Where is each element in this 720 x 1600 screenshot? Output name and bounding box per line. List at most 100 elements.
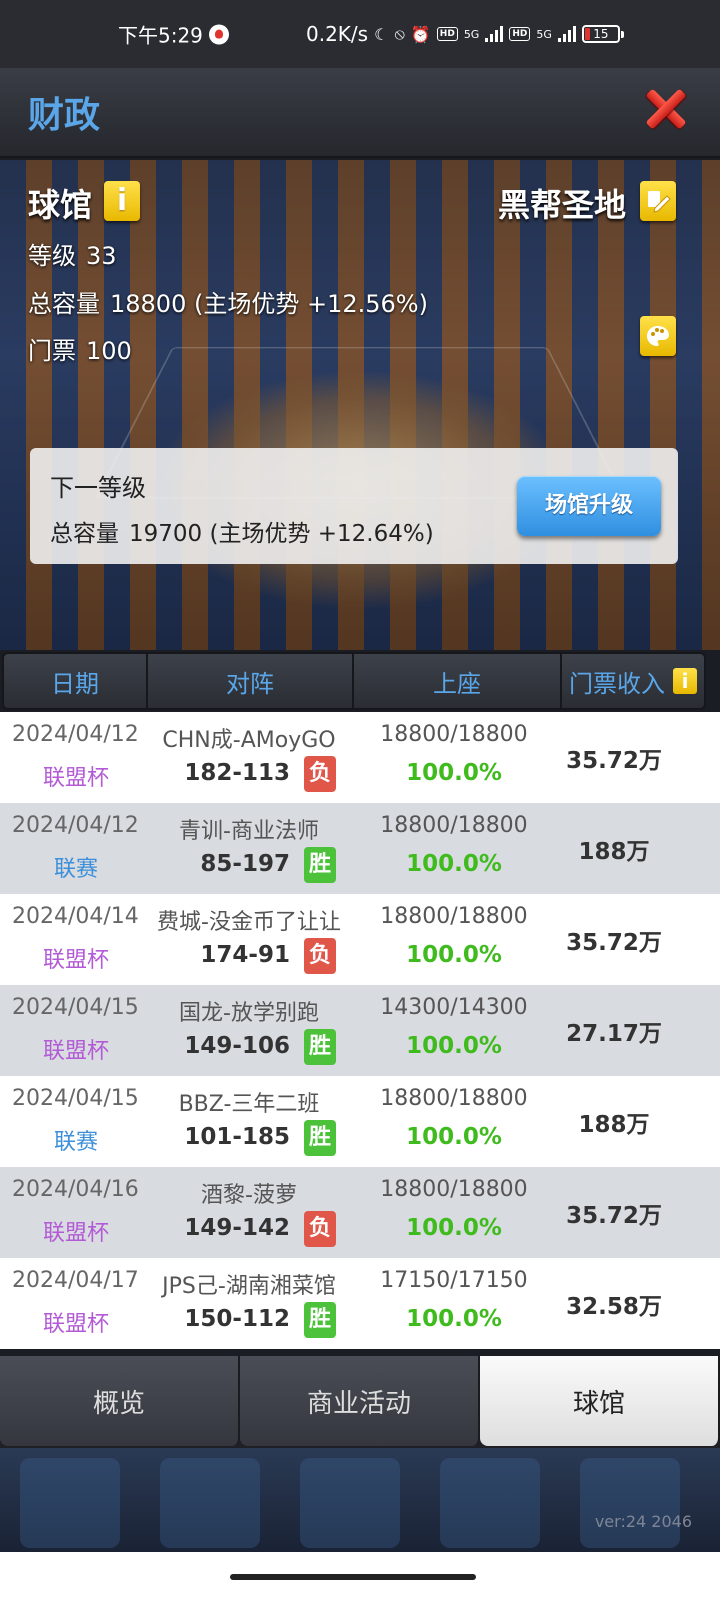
match-table: 2024/04/12 联盟杯 CHN成-AMoyGO 182-113 负 18800/18… xyxy=(0,712,720,1349)
row-competition: 联盟杯 xyxy=(42,948,109,973)
row-match: CHN成-AMoyGO xyxy=(162,728,336,753)
row-result-badge: 胜 xyxy=(304,1120,336,1156)
row-attendance: 18800/18800 xyxy=(380,1177,528,1202)
table-row: 2024/04/12 联赛 青训-商业法师 85-197 胜 18800/18800 100… xyxy=(0,803,720,894)
bottom-menu-background xyxy=(0,1448,720,1553)
row-attendance: 14300/14300 xyxy=(380,995,528,1020)
arena-image xyxy=(0,160,720,650)
tab-overview[interactable]: 概览 xyxy=(0,1356,240,1446)
signal-2-label: 5G xyxy=(536,27,552,41)
edit-name-icon[interactable] xyxy=(640,181,676,221)
capacity-row: 总容量 18800 (主场优势 +12.56%) xyxy=(28,284,428,319)
row-competition: 联盟杯 xyxy=(42,766,109,791)
status-time: 下午5:29 xyxy=(118,23,203,48)
arena-name: 球馆 xyxy=(28,186,93,224)
column-header-date: 日期 xyxy=(4,654,148,708)
row-score: 149-142 xyxy=(184,1215,290,1241)
row-score: 101-185 xyxy=(184,1124,290,1150)
ticket-label: 门票 xyxy=(28,337,76,365)
row-score: 150-112 xyxy=(184,1306,290,1332)
battery-icon: 15 xyxy=(581,25,624,43)
row-date: 2024/04/15 xyxy=(12,995,139,1020)
row-score: 182-113 xyxy=(184,760,290,786)
row-match: 酒黎-菠萝 xyxy=(201,1183,297,1208)
row-date: 2024/04/12 xyxy=(12,813,139,838)
page-title: 财政 xyxy=(28,95,101,136)
next-capacity-value: 19700 (主场优势 +12.64%) xyxy=(129,521,434,547)
row-revenue: 27.17万 xyxy=(566,1020,662,1047)
row-result-badge: 负 xyxy=(304,938,336,974)
next-level-heading: 下一等级 xyxy=(50,474,146,502)
tab-arena[interactable]: 球馆 xyxy=(480,1356,720,1446)
upgrade-arena-button[interactable]: 场馆升级 xyxy=(517,476,661,536)
row-revenue: 32.58万 xyxy=(566,1293,662,1320)
ticket-row: 门票 100 xyxy=(28,331,132,366)
level-row: 等级 33 xyxy=(28,236,117,271)
table-row: 2024/04/15 联赛 BBZ-三年二班 101-185 胜 18800/18800 1… xyxy=(0,1076,720,1167)
row-revenue: 35.72万 xyxy=(566,1202,662,1229)
row-competition: 联赛 xyxy=(53,857,98,882)
row-competition: 联盟杯 xyxy=(42,1221,109,1246)
row-result-badge: 胜 xyxy=(304,1029,336,1065)
row-match: BBZ-三年二班 xyxy=(178,1092,320,1117)
row-score: 149-106 xyxy=(184,1033,290,1059)
status-time-group: 下午5:29 xyxy=(118,20,229,49)
row-result-badge: 胜 xyxy=(304,847,336,883)
row-score: 85-197 xyxy=(200,851,290,877)
table-row: 2024/04/17 联盟杯 JPS己-湖南湘菜馆 150-112 胜 17150/171… xyxy=(0,1258,720,1349)
row-revenue: 188万 xyxy=(578,838,650,865)
row-attendance: 18800/18800 xyxy=(380,1086,528,1111)
notification-icon xyxy=(208,24,229,44)
palette-icon[interactable] xyxy=(640,316,676,356)
row-attendance: 17150/17150 xyxy=(380,1268,528,1293)
signal-icon-2 xyxy=(557,26,576,42)
row-date: 2024/04/14 xyxy=(12,904,139,929)
arena-owner-name: 黑帮圣地 xyxy=(497,186,626,224)
row-competition: 联盟杯 xyxy=(42,1039,109,1064)
column-header-revenue-label: 门票收入 xyxy=(569,669,665,698)
title-bar: 财政 xyxy=(0,68,720,158)
row-attendance: 18800/18800 xyxy=(380,722,528,747)
row-date: 2024/04/15 xyxy=(12,1086,139,1111)
signal-1-label: 5G xyxy=(463,27,480,41)
row-attendance-rate: 100.0% xyxy=(406,942,502,968)
home-indicator[interactable] xyxy=(230,1574,476,1580)
hd-icon: HD xyxy=(436,27,458,41)
signal-icon xyxy=(485,26,504,42)
column-header-attendance: 上座 xyxy=(354,654,562,708)
row-match: 国龙-放学别跑 xyxy=(179,1001,319,1026)
status-indicators: 0.2K/s ☾ ⦸ ⏰ HD 5G HD 5G 15 xyxy=(306,22,624,46)
alarm-icon: ⏰ xyxy=(410,24,431,44)
level-value: 33 xyxy=(86,242,117,270)
tab-business[interactable]: 商业活动 xyxy=(240,1356,480,1446)
column-header-revenue: 门票收入 i xyxy=(562,654,704,708)
net-speed: 0.2K/s xyxy=(306,22,369,46)
close-icon[interactable] xyxy=(645,88,687,130)
row-result-badge: 负 xyxy=(304,1211,336,1247)
row-attendance: 18800/18800 xyxy=(380,904,528,929)
table-row: 2024/04/12 联盟杯 CHN成-AMoyGO 182-113 负 18800/18… xyxy=(0,712,720,803)
table-row: 2024/04/15 联盟杯 国龙-放学别跑 149-106 胜 14300/14300 1… xyxy=(0,985,720,1076)
next-capacity-label: 总容量 xyxy=(50,521,119,547)
column-header-match: 对阵 xyxy=(148,654,354,708)
row-revenue: 188万 xyxy=(578,1111,650,1138)
capacity-label: 总容量 xyxy=(28,290,100,318)
row-date: 2024/04/17 xyxy=(12,1268,139,1293)
row-revenue: 35.72万 xyxy=(566,747,662,774)
ticket-value: 100 xyxy=(86,337,132,365)
revenue-info-icon[interactable]: i xyxy=(673,668,697,694)
table-row: 2024/04/16 联盟杯 酒黎-菠萝 149-142 负 18800/18800 100… xyxy=(0,1167,720,1258)
row-revenue: 35.72万 xyxy=(566,929,662,956)
info-icon[interactable]: i xyxy=(104,181,140,221)
row-attendance-rate: 100.0% xyxy=(406,1033,502,1059)
next-capacity-row: 总容量 19700 (主场优势 +12.64%) xyxy=(50,514,434,548)
row-result-badge: 负 xyxy=(304,756,336,792)
status-bar: 下午5:29 0.2K/s ☾ ⦸ ⏰ HD 5G HD 5G 15 xyxy=(0,0,720,68)
row-match: JPS己-湖南湘菜馆 xyxy=(162,1274,336,1299)
row-result-badge: 胜 xyxy=(304,1302,336,1338)
row-match: 青训-商业法师 xyxy=(179,819,319,844)
row-attendance: 18800/18800 xyxy=(380,813,528,838)
level-label: 等级 xyxy=(28,242,76,270)
system-nav-bar xyxy=(0,1552,720,1600)
row-competition: 联赛 xyxy=(53,1130,98,1155)
